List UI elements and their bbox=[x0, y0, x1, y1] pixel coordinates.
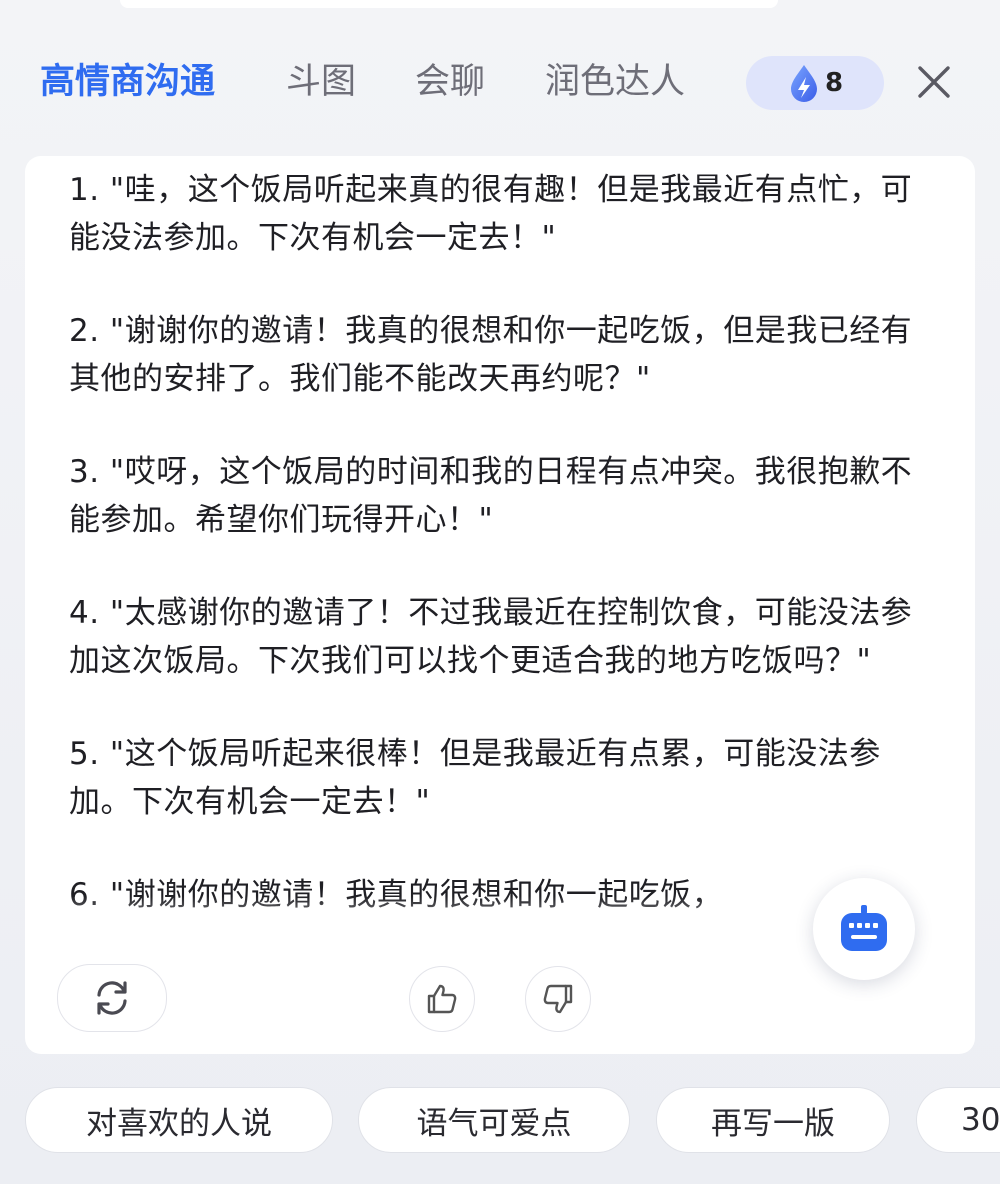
like-button[interactable] bbox=[409, 966, 475, 1032]
reply-list[interactable]: 1. "哇，这个饭局听起来真的很有趣！但是我最近有点忙，可能没法参加。下次有机会… bbox=[69, 166, 939, 946]
reply-item: 5. "这个饭局听起来很棒！但是我最近有点累，可能没法参加。下次有机会一定去！" bbox=[69, 736, 881, 820]
chip-cute-tone[interactable]: 语气可爱点 bbox=[358, 1087, 630, 1153]
tab-high-eq[interactable]: 高情商沟通 bbox=[40, 60, 215, 104]
tab-polish[interactable]: 润色达人 bbox=[545, 60, 685, 104]
chip-rewrite[interactable]: 再写一版 bbox=[656, 1087, 890, 1153]
reply-item: 2. "谢谢你的邀请！我真的很想和你一起吃饭，但是我已经有其他的安排了。我们能不… bbox=[69, 313, 913, 397]
energy-badge[interactable]: 8 bbox=[746, 56, 884, 110]
top-card-edge bbox=[120, 0, 778, 8]
chip-partial[interactable]: 30 bbox=[916, 1087, 1000, 1153]
keyboard-icon bbox=[841, 905, 887, 951]
tab-chat[interactable]: 会聊 bbox=[415, 60, 485, 104]
keyboard-button[interactable] bbox=[813, 878, 915, 980]
dislike-button[interactable] bbox=[525, 966, 591, 1032]
lightning-drop-icon bbox=[790, 65, 817, 102]
close-button[interactable] bbox=[912, 60, 956, 104]
regenerate-button[interactable] bbox=[57, 964, 167, 1032]
thumbs-down-icon bbox=[543, 984, 573, 1014]
thumbs-up-icon bbox=[427, 984, 457, 1014]
close-icon bbox=[918, 66, 950, 98]
tab-meme[interactable]: 斗图 bbox=[286, 60, 356, 104]
refresh-icon bbox=[97, 981, 127, 1015]
reply-item: 4. "太感谢你的邀请了！不过我最近在控制饮食，可能没法参加这次饭局。下次我们可… bbox=[69, 595, 913, 679]
reply-item: 3. "哎呀，这个饭局的时间和我的日程有点冲突。我很抱歉不能参加。希望你们玩得开… bbox=[69, 454, 913, 538]
reply-card: 1. "哇，这个饭局听起来真的很有趣！但是我最近有点忙，可能没法参加。下次有机会… bbox=[25, 156, 975, 1054]
chip-to-crush[interactable]: 对喜欢的人说 bbox=[25, 1087, 333, 1153]
suggestion-chips: 对喜欢的人说 语气可爱点 再写一版 30 bbox=[0, 1087, 1000, 1155]
energy-count: 8 bbox=[824, 68, 844, 98]
reply-item: 1. "哇，这个饭局听起来真的很有趣！但是我最近有点忙，可能没法参加。下次有机会… bbox=[69, 172, 913, 256]
